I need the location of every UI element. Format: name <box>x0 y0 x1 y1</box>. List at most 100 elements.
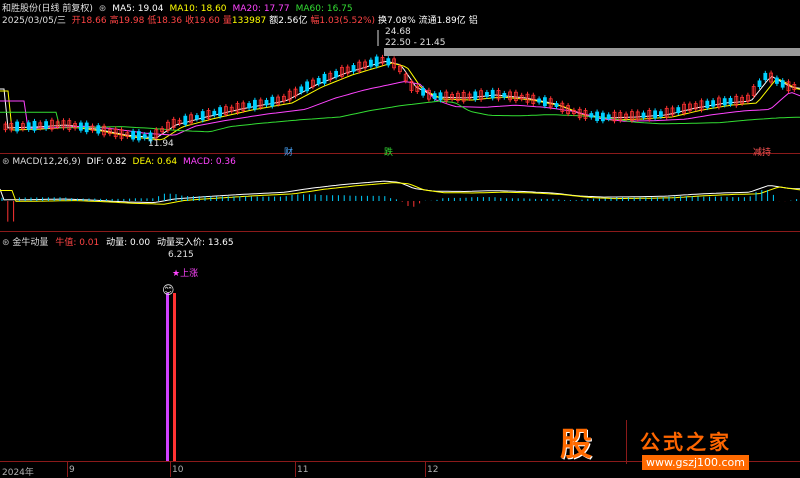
candle-body <box>775 77 779 84</box>
ohlc-value: 133987 <box>231 16 267 26</box>
x-axis-tick <box>67 461 68 477</box>
price-range-band <box>384 48 800 56</box>
candle-body <box>554 103 559 107</box>
candle-body <box>595 111 599 121</box>
event-marker[interactable]: 跌 <box>384 145 393 158</box>
x-axis-label: 2024年 <box>2 468 34 478</box>
ohlc-label: 换 <box>378 16 388 26</box>
watermark-divider <box>626 420 627 464</box>
candle-body <box>26 122 31 130</box>
signal-label: ★上涨 <box>172 269 199 279</box>
ohlc-value: 19.98 <box>118 16 145 26</box>
date-label: 2025/03/05/三 <box>2 16 66 26</box>
ohlc-label: 流通 <box>418 16 437 26</box>
candle-body <box>722 98 727 106</box>
ma10-line <box>0 62 800 141</box>
watermark-url: www.gszj100.com <box>642 455 750 470</box>
candle-body <box>676 107 681 114</box>
settings-icon[interactable]: ⊛ <box>2 157 10 167</box>
high-price-label: 24.68 <box>385 27 411 37</box>
candle-body <box>299 86 304 93</box>
candle-body <box>142 134 147 139</box>
candle-body <box>386 58 391 66</box>
ohlc-value: 18.66 <box>80 16 107 26</box>
candle-body <box>183 115 188 125</box>
candle-body <box>131 130 136 140</box>
candle-body <box>438 92 443 101</box>
signal-bar <box>173 293 176 461</box>
ohlc-value: 7.08% <box>387 16 416 26</box>
candle-body <box>543 97 547 107</box>
dea-line <box>0 182 800 205</box>
macd-value-label: MACD: 0.36 <box>182 157 236 167</box>
candle-body <box>601 112 605 122</box>
ohlc-label: 高 <box>109 16 119 26</box>
event-marker[interactable]: 财 <box>284 145 293 158</box>
indicator-header: ⊛ 金牛动量 牛值: 0.01 动量: 0.00 动量买入价: 13.65 <box>2 235 234 248</box>
candle-body <box>96 125 101 134</box>
candle-body <box>79 122 83 131</box>
candle-body <box>490 89 495 99</box>
low-price-label: 11.94 <box>148 139 174 149</box>
candle-body <box>316 78 321 85</box>
candle-body <box>200 111 205 121</box>
candle-body <box>606 114 611 120</box>
x-axis-tick <box>425 461 426 477</box>
candle-body <box>252 99 257 110</box>
macd-header: ⊛ MACD(12,26,9) DIF: 0.82 DEA: 0.64 MACD… <box>2 157 236 167</box>
x-axis-label: 9 <box>69 465 75 475</box>
candle-body <box>659 111 663 117</box>
candle-body <box>212 110 217 116</box>
dongliang-label: 动量: 0.00 <box>106 238 151 248</box>
ohlc-label: 铝 <box>468 16 478 26</box>
x-axis-label: 10 <box>172 465 184 475</box>
ohlc-label: 幅 <box>310 16 320 26</box>
candle-body <box>705 100 710 109</box>
candle-body <box>374 56 379 67</box>
event-marker[interactable]: 减持 <box>753 145 771 158</box>
candle-body <box>264 99 269 106</box>
candle-body <box>247 103 252 109</box>
watermark-logo: 股 <box>560 425 593 463</box>
ohlc-label: 额 <box>269 16 279 26</box>
indicator-title[interactable]: 金牛动量 <box>12 238 48 248</box>
smile-icon: 😊 <box>162 283 175 297</box>
x-axis-tick <box>295 461 296 477</box>
range-label: 22.50 - 21.45 <box>385 38 446 48</box>
watermark-site: 公式之家 <box>640 430 732 454</box>
pane-divider <box>0 231 800 232</box>
ohlc-value: 1.89亿 <box>436 16 466 26</box>
candle-body <box>537 98 541 103</box>
candle-body <box>194 115 199 120</box>
ohlc-label: 低 <box>147 16 157 26</box>
candle-body <box>502 92 507 98</box>
x-axis-label: 12 <box>427 465 439 475</box>
candle-body <box>84 122 89 133</box>
dif-line <box>0 180 800 204</box>
ohlc-value: 1.03(5.52%) <box>319 16 376 26</box>
candle-body <box>728 97 733 105</box>
macd-title[interactable]: MACD(12,26,9) <box>12 157 80 167</box>
candle-body <box>44 121 48 129</box>
candle-body <box>757 80 762 88</box>
x-axis-label: 11 <box>297 465 309 475</box>
candle-body <box>136 131 141 141</box>
candle-body <box>780 80 785 88</box>
dif-label: DIF: 0.82 <box>86 157 127 167</box>
ohlc-list: 开18.66 高19.98 低18.36 收19.60 量133987 额2.56亿 幅1.… <box>72 16 481 26</box>
candle-body <box>711 100 715 107</box>
settings-icon[interactable]: ⊛ <box>2 238 10 248</box>
candle-body <box>368 59 373 67</box>
candle-body <box>641 112 646 118</box>
candle-body <box>270 96 275 107</box>
candle-body <box>763 72 768 81</box>
candle-body <box>218 107 223 117</box>
candle-body <box>305 81 310 92</box>
buy-price-label: 动量买入价: 13.65 <box>156 238 234 248</box>
candle-body <box>351 65 356 72</box>
candle-body <box>484 92 489 97</box>
candle-body <box>589 113 594 118</box>
x-axis-tick <box>170 461 171 477</box>
pane-divider <box>0 153 800 154</box>
ohlc-label: 量 <box>222 16 232 26</box>
